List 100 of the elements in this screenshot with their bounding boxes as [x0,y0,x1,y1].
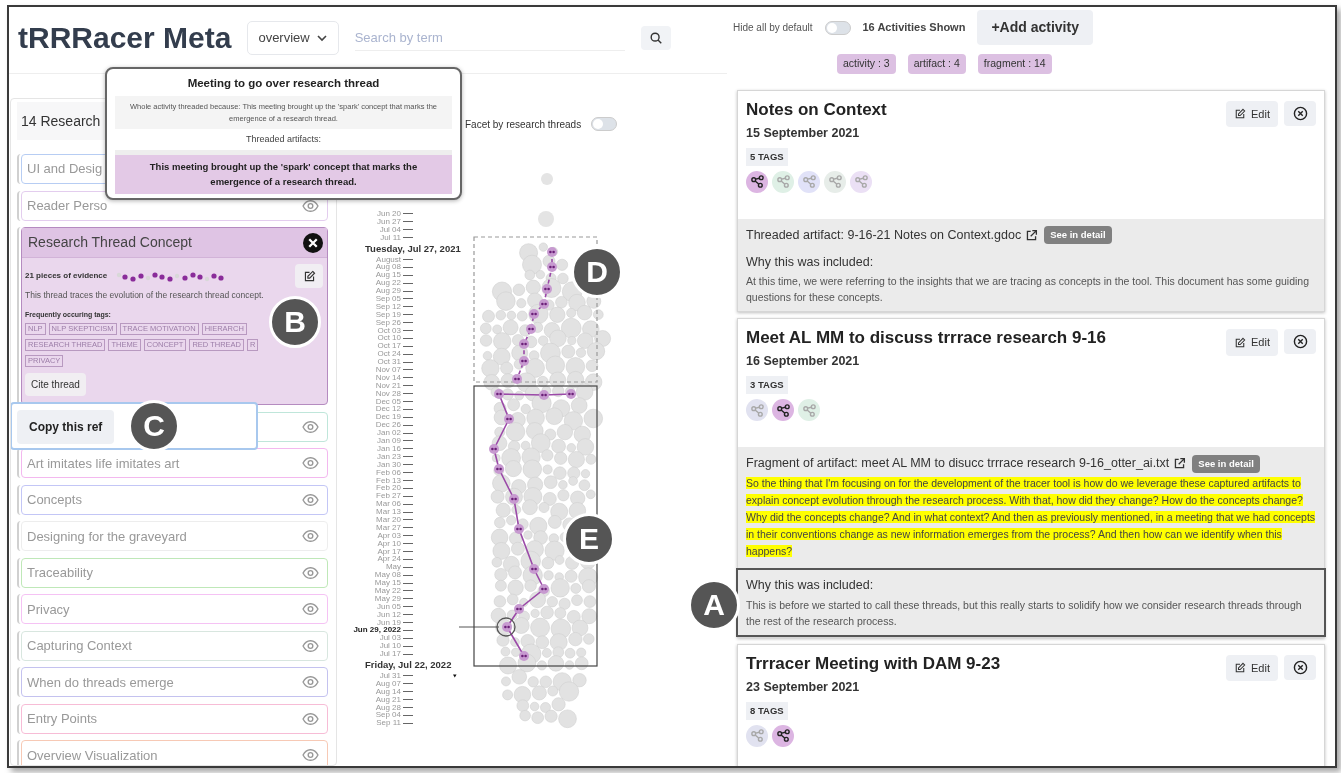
thread-item[interactable]: Capturing Context [21,630,328,661]
edit-button[interactable]: Edit [1226,329,1278,356]
activity-date: 23 September 2021 [746,678,861,696]
eye-icon [302,530,319,543]
external-link-icon[interactable] [1173,457,1187,471]
search-icon [648,31,663,45]
axis-label: Sep 12 [374,302,402,311]
axis-label: Feb 06 [375,468,402,477]
view-dropdown[interactable]: overview [247,21,339,55]
eye-icon [302,676,319,689]
close-button[interactable] [1284,654,1316,680]
axis-label: Sep 19 [374,310,402,319]
section-heading: Why this was included: [746,577,875,594]
close-button[interactable] [1284,100,1316,126]
quote-text: So the thing that I'm focusing on for the development of the tracer tool is how do we leverage these captured artifacts to explain concept evolution through the research process. With that, how did they change? How do the concepts change? Why did the concepts change? And in what context? And then as previously mentioned, in a meeting that we had concepts in their conventions change as new information emerges from the process? And then how can we identify when this happens? [746,476,1316,559]
axis-label: Aug 07 [374,679,402,688]
edit-icon [302,269,316,283]
axis-label: Jul 17 [378,650,402,658]
axis-label: May 08 [373,571,402,580]
facet-toggle[interactable] [591,117,618,131]
caret-down-icon [453,672,457,680]
axis-label: May [385,563,402,572]
callout-marker: A [688,579,740,631]
axis-label: May 15 [373,579,402,587]
axis-label: Nov 28 [374,389,402,398]
eye-icon [302,603,319,616]
tooltip-title: Meeting to go over research thread [186,76,381,91]
thread-description: This thread traces the evolution of the research thread concept. [25,289,265,302]
brush-date-label: Friday, Jul 22, 2022 [365,658,452,672]
hover-date-label: Jun 29, 2022 [352,626,402,635]
thread-item[interactable]: Concepts [21,484,328,515]
reason-text: This is before we started to call these threads, but this really starts to solidify how we consider research threads through the rest of the research process. [746,597,1303,629]
axis-label: Jan 02 [375,429,402,438]
eye-icon [302,749,319,762]
thread-item[interactable]: When do threads emerge [21,667,328,698]
axis-label: Jul 10 [378,642,402,651]
type-count-tag: activity : 3 [837,54,896,74]
axis-label: Aug 08 [374,263,402,272]
thread-tag-icon[interactable] [746,170,768,193]
edit-button[interactable] [295,264,323,288]
see-detail-button[interactable]: See in detail [1192,454,1260,473]
axis-label: Apr 03 [376,531,402,540]
close-button[interactable] [1284,329,1316,355]
thread-item[interactable]: Overview Visualization [21,740,328,765]
axis-label: Feb 20 [375,484,402,493]
axis-label: Jul 04 [378,225,402,234]
axis-label: Jul 31 [378,672,402,680]
thread-tag-icon[interactable] [772,399,794,421]
axis-label: Jan 09 [375,437,402,445]
activity-title: Trrracer Meeting with DAM 9-23 [746,652,1001,675]
axis-label: Mar 20 [375,515,402,524]
thread-item[interactable]: Entry Points [21,703,328,734]
edit-icon [1234,662,1247,674]
hover-line [458,626,500,628]
axis-label: Nov 21 [374,381,402,390]
axis-label: May 29 [373,594,402,603]
axis-label: Jun 19 [375,618,402,627]
eye-icon [302,712,319,725]
axis-label: August [375,255,402,264]
close-icon[interactable] [303,232,323,253]
add-activity-button[interactable]: +Add activity [977,10,1093,45]
axis-label: Jul 03 [379,634,402,643]
hide-default-label: Hide all by default [733,21,813,35]
edit-button[interactable]: Edit [1226,100,1278,128]
axis-label: Oct 17 [376,342,402,351]
close-icon [1292,659,1308,675]
edit-icon [1234,336,1247,349]
axis-label: Aug 21 [374,695,402,704]
eye-icon [302,199,319,212]
axis-label: Mar 27 [375,523,402,532]
type-count-tag: artifact : 4 [907,54,966,74]
axis-label: Jan 30 [375,460,402,469]
hide-default-toggle[interactable] [824,20,851,35]
copy-ref-button[interactable]: Copy this ref [17,409,115,444]
evidence-count: 21 pieces of evidence [25,270,108,282]
search-button[interactable] [640,26,671,50]
axis-label: Jun 27 [375,217,402,226]
activity-date: 16 September 2021 [746,353,861,371]
eye-icon [302,639,319,652]
axis-label: Jun 20 [375,210,402,218]
axis-label: Jun 12 [375,610,402,619]
activity-title: Meet AL MM to discuss trrrace research 9-16 [746,327,1106,350]
thread-item[interactable]: Privacy [21,594,328,625]
thread-title: Research Thread Concept [28,233,192,252]
thread-item[interactable]: Art imitates life imitates art [21,448,328,479]
cite-button[interactable]: Cite thread [25,373,86,397]
thread-tag-icon[interactable] [772,724,794,747]
brush-date-label: Tuesday, Jul 27, 2021 [365,241,461,256]
thread-item[interactable]: Designing for the graveyard [21,521,328,552]
external-link-icon[interactable] [1025,228,1039,242]
see-detail-button[interactable]: See in detail [1044,226,1112,245]
edit-button[interactable]: Edit [1226,654,1278,682]
axis-label: Dec 26 [374,421,402,430]
thread-item[interactable]: Traceability [21,557,328,588]
artifact-label: Threaded artifact: 9-16-21 Notes on Context.gdoc [746,226,1022,244]
edit-icon [1234,108,1247,120]
axis-label: Mar 13 [375,508,402,516]
facet-label: Facet by research threads [465,117,582,132]
activity-date: 15 September 2021 [746,124,861,142]
axis-label: Oct 31 [376,358,402,367]
